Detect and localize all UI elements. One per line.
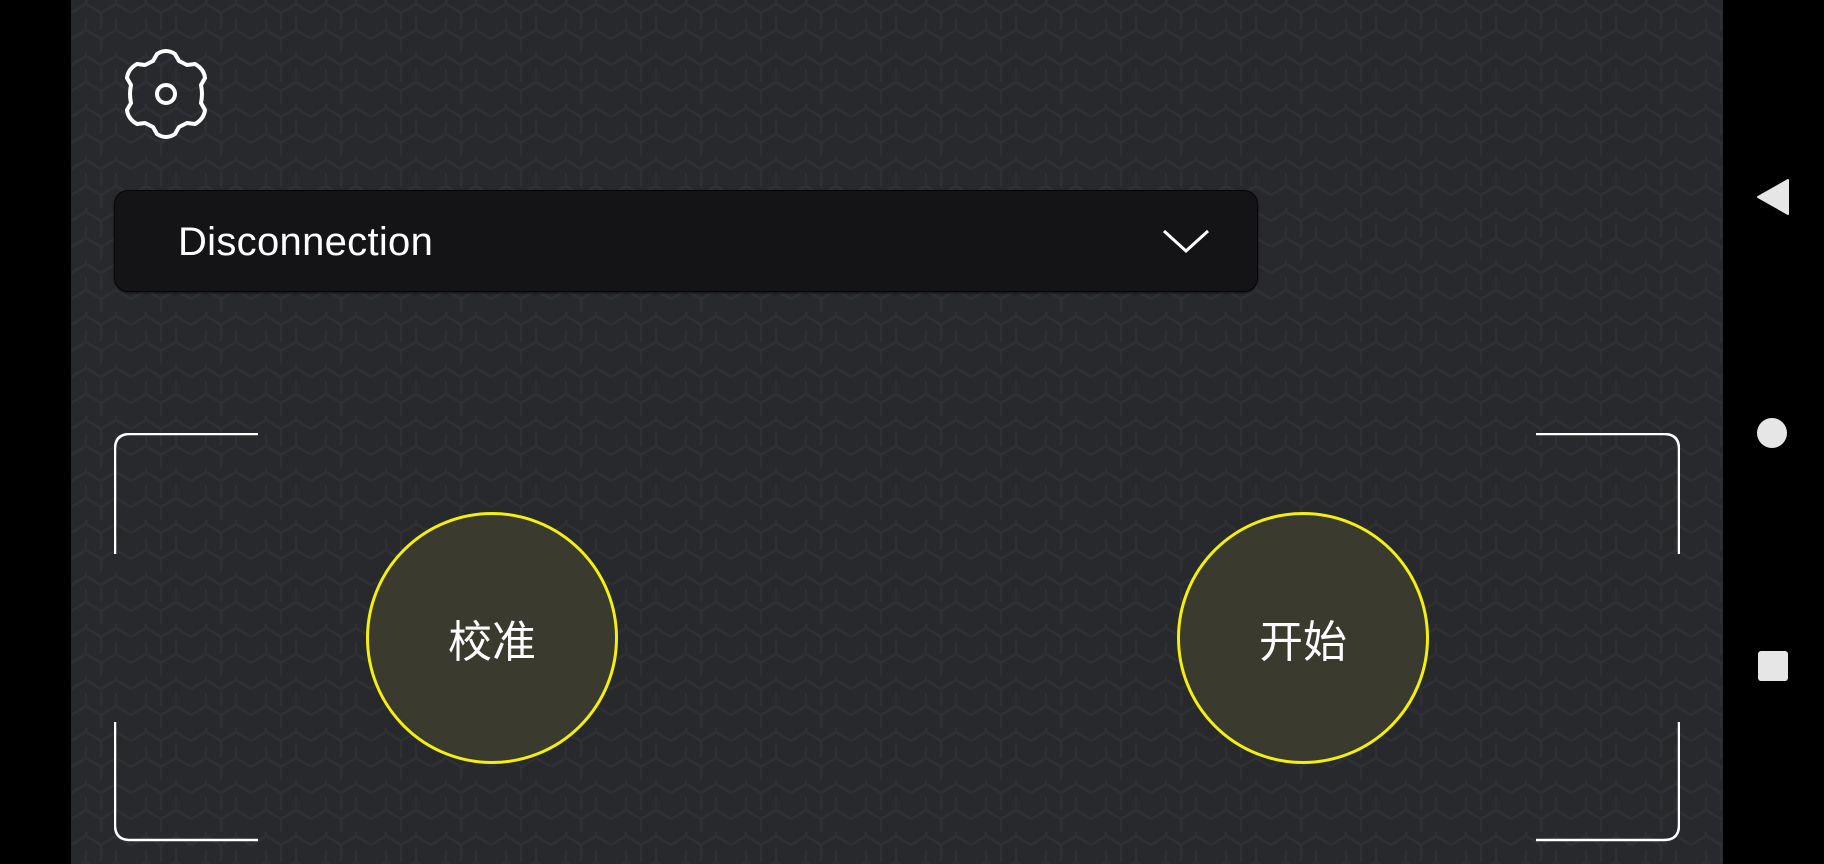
settings-button[interactable] bbox=[115, 44, 217, 144]
app-area: Disconnection 校准 开始 bbox=[71, 0, 1723, 864]
connection-status-value: Disconnection bbox=[178, 220, 434, 264]
calibrate-button[interactable]: 校准 bbox=[366, 512, 618, 764]
nav-back-button[interactable] bbox=[1756, 178, 1790, 216]
connection-dropdown[interactable]: Disconnection bbox=[114, 190, 1258, 292]
nav-recents-button[interactable] bbox=[1757, 650, 1789, 682]
nav-home-button[interactable] bbox=[1756, 417, 1788, 449]
chevron-down-icon bbox=[1162, 226, 1210, 256]
home-circle-icon bbox=[1757, 418, 1787, 448]
start-label: 开始 bbox=[1259, 617, 1347, 668]
calibrate-label: 校准 bbox=[448, 617, 536, 668]
back-triangle-icon bbox=[1757, 179, 1789, 215]
gear-icon bbox=[125, 49, 207, 139]
device-screen: Disconnection 校准 开始 bbox=[0, 0, 1824, 864]
recents-square-icon bbox=[1758, 651, 1788, 681]
start-button[interactable]: 开始 bbox=[1177, 512, 1429, 764]
system-navigation-bar bbox=[1723, 0, 1824, 864]
control-frame bbox=[114, 433, 1680, 842]
